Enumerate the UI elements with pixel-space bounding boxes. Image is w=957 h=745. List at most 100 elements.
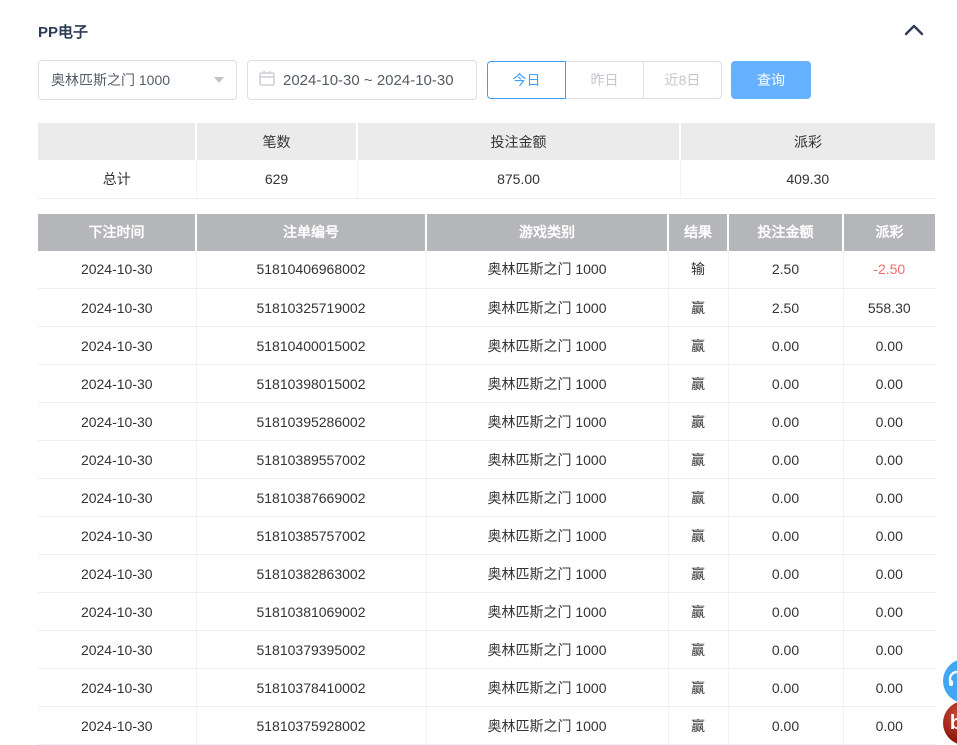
cell-result: 输 [668, 251, 728, 289]
cell-date: 2024-10-30 [38, 327, 196, 365]
cell-game: 奥林匹斯之门 1000 [426, 631, 668, 669]
cell-bet-amount: 0.00 [728, 327, 843, 365]
cell-bet-amount: 0.00 [728, 593, 843, 631]
query-button[interactable]: 查询 [731, 61, 811, 99]
cell-bet-id: 51810385757002 [196, 517, 426, 555]
cell-result: 赢 [668, 327, 728, 365]
column-header: 投注金额 [357, 123, 680, 160]
headset-icon [947, 669, 957, 694]
cell-date: 2024-10-30 [38, 479, 196, 517]
cell-bet-amount: 0.00 [728, 669, 843, 707]
cell-bet-id: 51810375928002 [196, 707, 426, 745]
cell-payout: 0.00 [843, 365, 935, 403]
column-header: 注单编号 [196, 214, 426, 251]
date-range-value: 2024-10-30 ~ 2024-10-30 [283, 72, 454, 89]
cell-payout: -2.50 [843, 251, 935, 289]
column-header: 派彩 [680, 123, 935, 160]
cell-date: 2024-10-30 [38, 403, 196, 441]
table-row: 2024-10-3051810325719002奥林匹斯之门 1000赢2.50… [38, 289, 935, 327]
cell-bet-amount: 0.00 [728, 631, 843, 669]
cell-date: 2024-10-30 [38, 289, 196, 327]
cell-bet-amount: 0.00 [728, 479, 843, 517]
cell-result: 赢 [668, 669, 728, 707]
cell-payout: 0.00 [843, 631, 935, 669]
cell-bet-id: 51810395286002 [196, 403, 426, 441]
cell-game: 奥林匹斯之门 1000 [426, 441, 668, 479]
cell-date: 2024-10-30 [38, 441, 196, 479]
cell-payout: 0.00 [843, 555, 935, 593]
game-select-value: 奥林匹斯之门 1000 [51, 70, 170, 90]
cell-bet-id: 51810381069002 [196, 593, 426, 631]
cell-bet-amount: 2.50 [728, 289, 843, 327]
cell-date: 2024-10-30 [38, 365, 196, 403]
cell-result: 赢 [668, 479, 728, 517]
cell-result: 赢 [668, 365, 728, 403]
table-row: 2024-10-3051810381069002奥林匹斯之门 1000赢0.00… [38, 593, 935, 631]
column-header: 下注时间 [38, 214, 196, 251]
cell-game: 奥林匹斯之门 1000 [426, 479, 668, 517]
table-row: 2024-10-3051810395286002奥林匹斯之门 1000赢0.00… [38, 403, 935, 441]
quick-range-last8days[interactable]: 近8日 [643, 61, 722, 99]
cell-bet-id: 51810400015002 [196, 327, 426, 365]
cell-result: 赢 [668, 555, 728, 593]
column-header [38, 123, 196, 160]
cell-date: 2024-10-30 [38, 517, 196, 555]
cell-game: 奥林匹斯之门 1000 [426, 365, 668, 403]
cell-bet-id: 51810382863002 [196, 555, 426, 593]
summary-count: 629 [196, 160, 357, 198]
column-header: 结果 [668, 214, 728, 251]
cell-payout: 0.00 [843, 403, 935, 441]
cell-payout: 0.00 [843, 517, 935, 555]
calendar-icon [259, 70, 275, 90]
quick-range-yesterday[interactable]: 昨日 [565, 61, 644, 99]
cell-bet-amount: 0.00 [728, 707, 843, 745]
cell-bet-id: 51810378410002 [196, 669, 426, 707]
customer-service-button[interactable] [943, 659, 957, 703]
brand-floating-button[interactable]: b [943, 701, 957, 745]
summary-total-label: 总计 [38, 160, 196, 198]
brand-letter: b [950, 712, 957, 735]
cell-payout: 0.00 [843, 327, 935, 365]
summary-payout: 409.30 [680, 160, 935, 198]
cell-bet-id: 51810389557002 [196, 441, 426, 479]
column-header: 派彩 [843, 214, 935, 251]
summary-header-row: 笔数投注金额派彩 [38, 123, 935, 160]
cell-game: 奥林匹斯之门 1000 [426, 593, 668, 631]
summary-table: 笔数投注金额派彩 总计 629 875.00 409.30 [38, 123, 935, 199]
cell-bet-amount: 2.50 [728, 251, 843, 289]
cell-date: 2024-10-30 [38, 631, 196, 669]
chevron-up-icon [904, 24, 924, 39]
cell-bet-amount: 0.00 [728, 365, 843, 403]
chevron-down-icon [214, 77, 224, 83]
cell-result: 赢 [668, 403, 728, 441]
cell-date: 2024-10-30 [38, 555, 196, 593]
table-row: 2024-10-3051810398015002奥林匹斯之门 1000赢0.00… [38, 365, 935, 403]
table-row: 2024-10-3051810379395002奥林匹斯之门 1000赢0.00… [38, 631, 935, 669]
quick-range-today[interactable]: 今日 [487, 61, 566, 99]
panel-header: PP电子 [38, 20, 935, 42]
table-row: 2024-10-3051810387669002奥林匹斯之门 1000赢0.00… [38, 479, 935, 517]
cell-date: 2024-10-30 [38, 707, 196, 745]
cell-game: 奥林匹斯之门 1000 [426, 669, 668, 707]
cell-game: 奥林匹斯之门 1000 [426, 289, 668, 327]
cell-date: 2024-10-30 [38, 251, 196, 289]
cell-bet-id: 51810406968002 [196, 251, 426, 289]
cell-result: 赢 [668, 593, 728, 631]
column-header: 投注金额 [728, 214, 843, 251]
quick-range-group: 今日昨日近8日 [487, 61, 722, 99]
date-range-input[interactable]: 2024-10-30 ~ 2024-10-30 [247, 60, 477, 100]
cell-game: 奥林匹斯之门 1000 [426, 327, 668, 365]
table-row: 2024-10-3051810385757002奥林匹斯之门 1000赢0.00… [38, 517, 935, 555]
cell-payout: 558.30 [843, 289, 935, 327]
cell-bet-id: 51810398015002 [196, 365, 426, 403]
collapse-panel-button[interactable] [901, 22, 927, 40]
summary-bet-amount: 875.00 [357, 160, 680, 198]
cell-result: 赢 [668, 289, 728, 327]
cell-bet-id: 51810387669002 [196, 479, 426, 517]
column-header: 笔数 [196, 123, 357, 160]
cell-bet-amount: 0.00 [728, 403, 843, 441]
cell-game: 奥林匹斯之门 1000 [426, 707, 668, 745]
cell-game: 奥林匹斯之门 1000 [426, 517, 668, 555]
game-select[interactable]: 奥林匹斯之门 1000 [38, 60, 237, 100]
cell-payout: 0.00 [843, 593, 935, 631]
